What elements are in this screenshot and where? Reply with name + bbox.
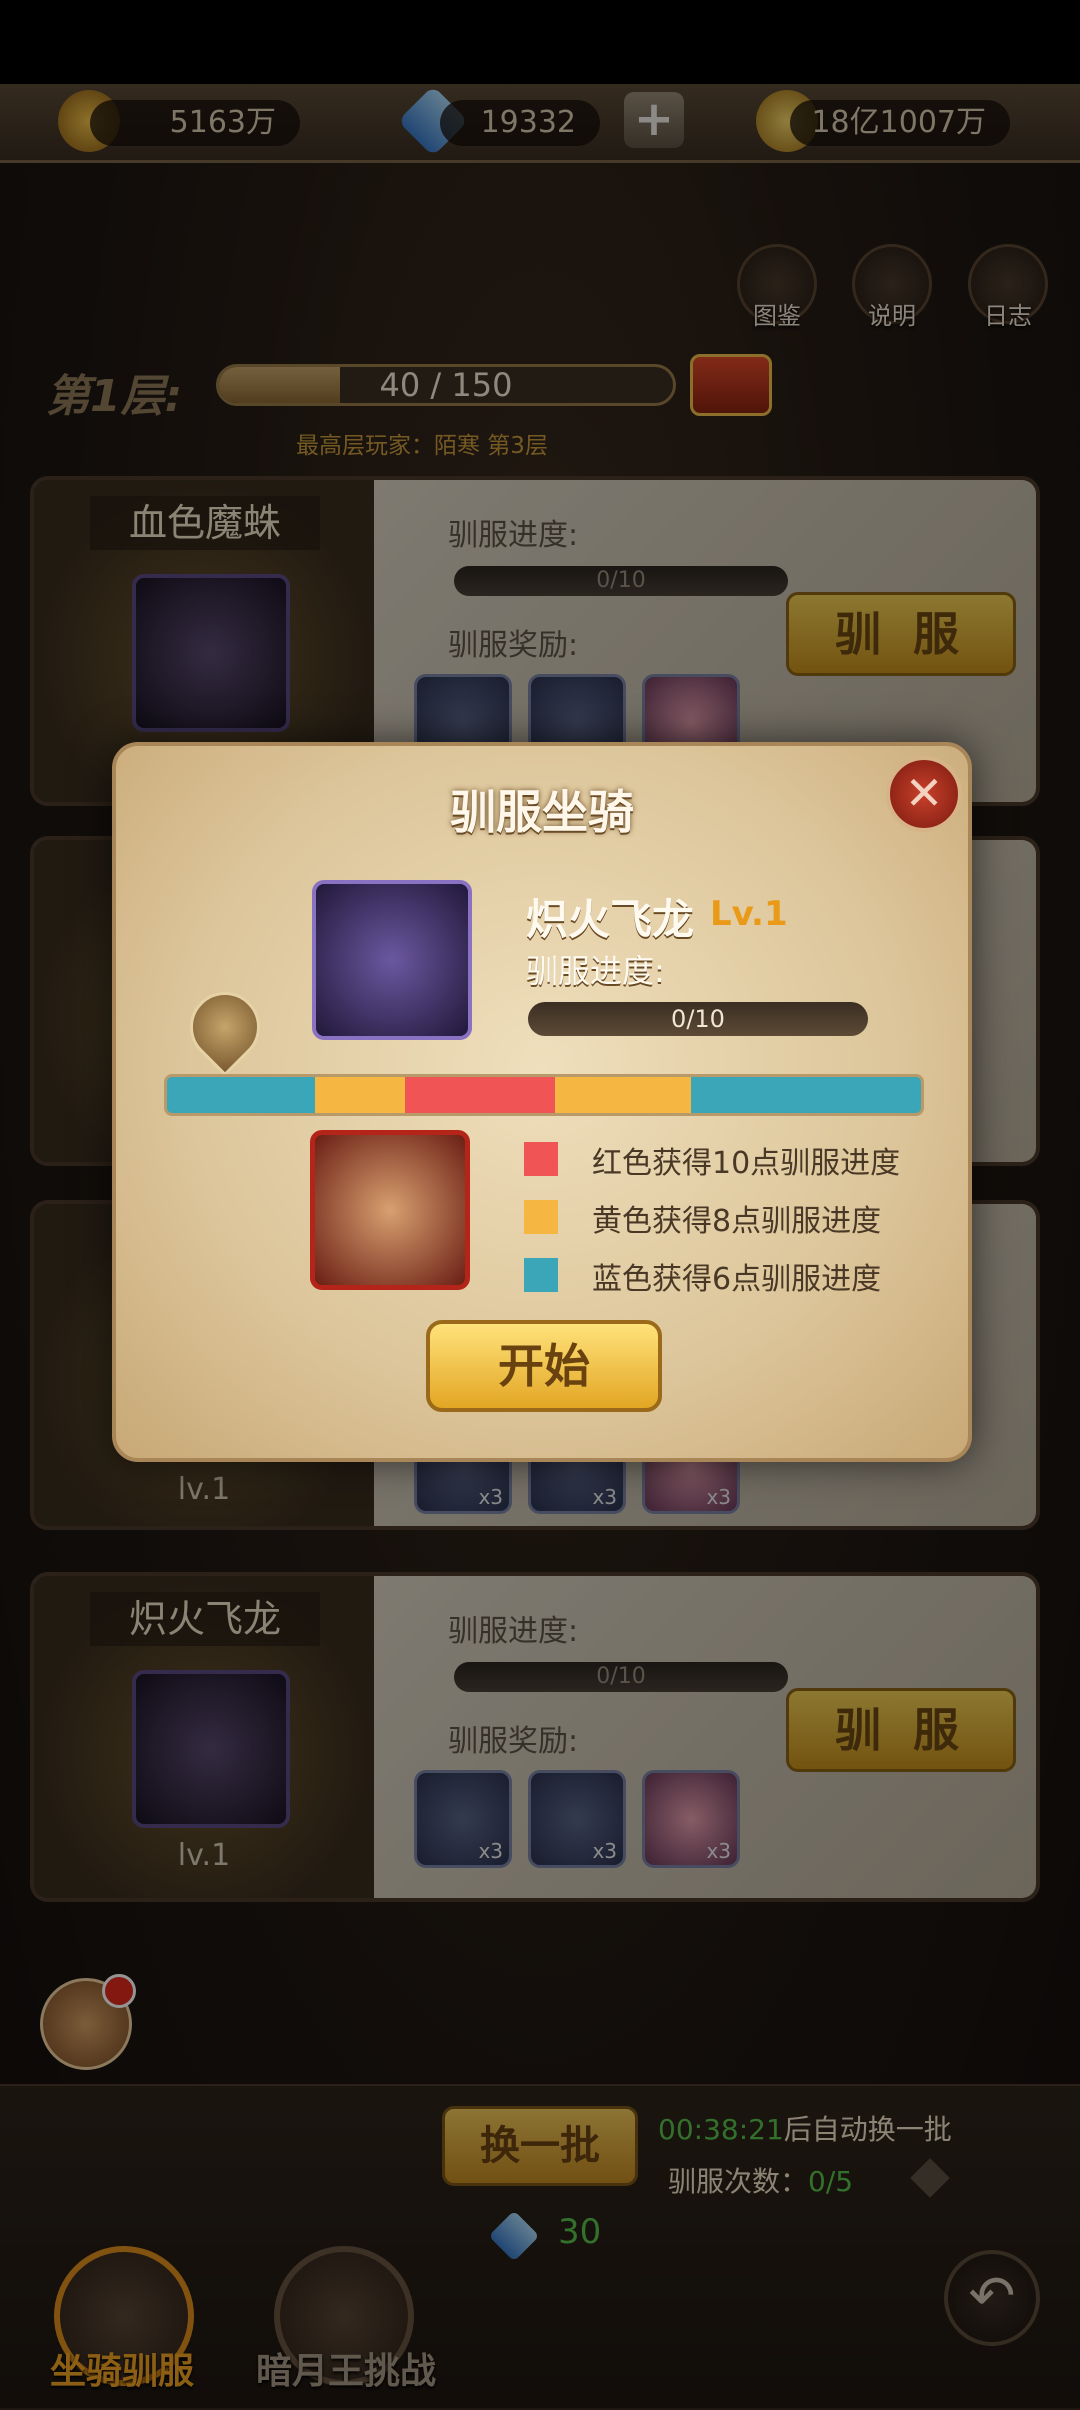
red-legend-swatch: [524, 1142, 558, 1176]
tame-mount-dialog: 驯服坐骑 ✕ 炽火飞龙 Lv.1 驯服进度: 0/10 红色获得10点驯服进度 …: [112, 742, 972, 1462]
mount-name: 炽火飞龙: [526, 895, 695, 944]
blue-legend-text: 蓝色获得6点驯服进度: [592, 1262, 882, 1297]
yellow-zone: [315, 1077, 405, 1113]
close-button[interactable]: ✕: [886, 756, 962, 832]
hero-portrait: [310, 1130, 470, 1290]
blue-legend-swatch: [524, 1258, 558, 1292]
color-bar: [164, 1074, 924, 1116]
start-button[interactable]: 开始: [426, 1320, 662, 1412]
mount-level: Lv.1: [710, 894, 788, 934]
yellow-legend-swatch: [524, 1200, 558, 1234]
red-legend-text: 红色获得10点驯服进度: [592, 1146, 901, 1181]
yellow-zone: [555, 1077, 691, 1113]
red-zone: [405, 1077, 555, 1113]
tame-progress-bar: 0/10: [528, 1002, 868, 1036]
dragon-portrait: [312, 880, 472, 1040]
tame-progress-label: 驯服进度:: [526, 952, 665, 990]
dialog-title: 驯服坐骑: [450, 785, 634, 839]
location-pin-icon: [175, 977, 275, 1077]
yellow-legend-text: 黄色获得8点驯服进度: [592, 1204, 882, 1239]
